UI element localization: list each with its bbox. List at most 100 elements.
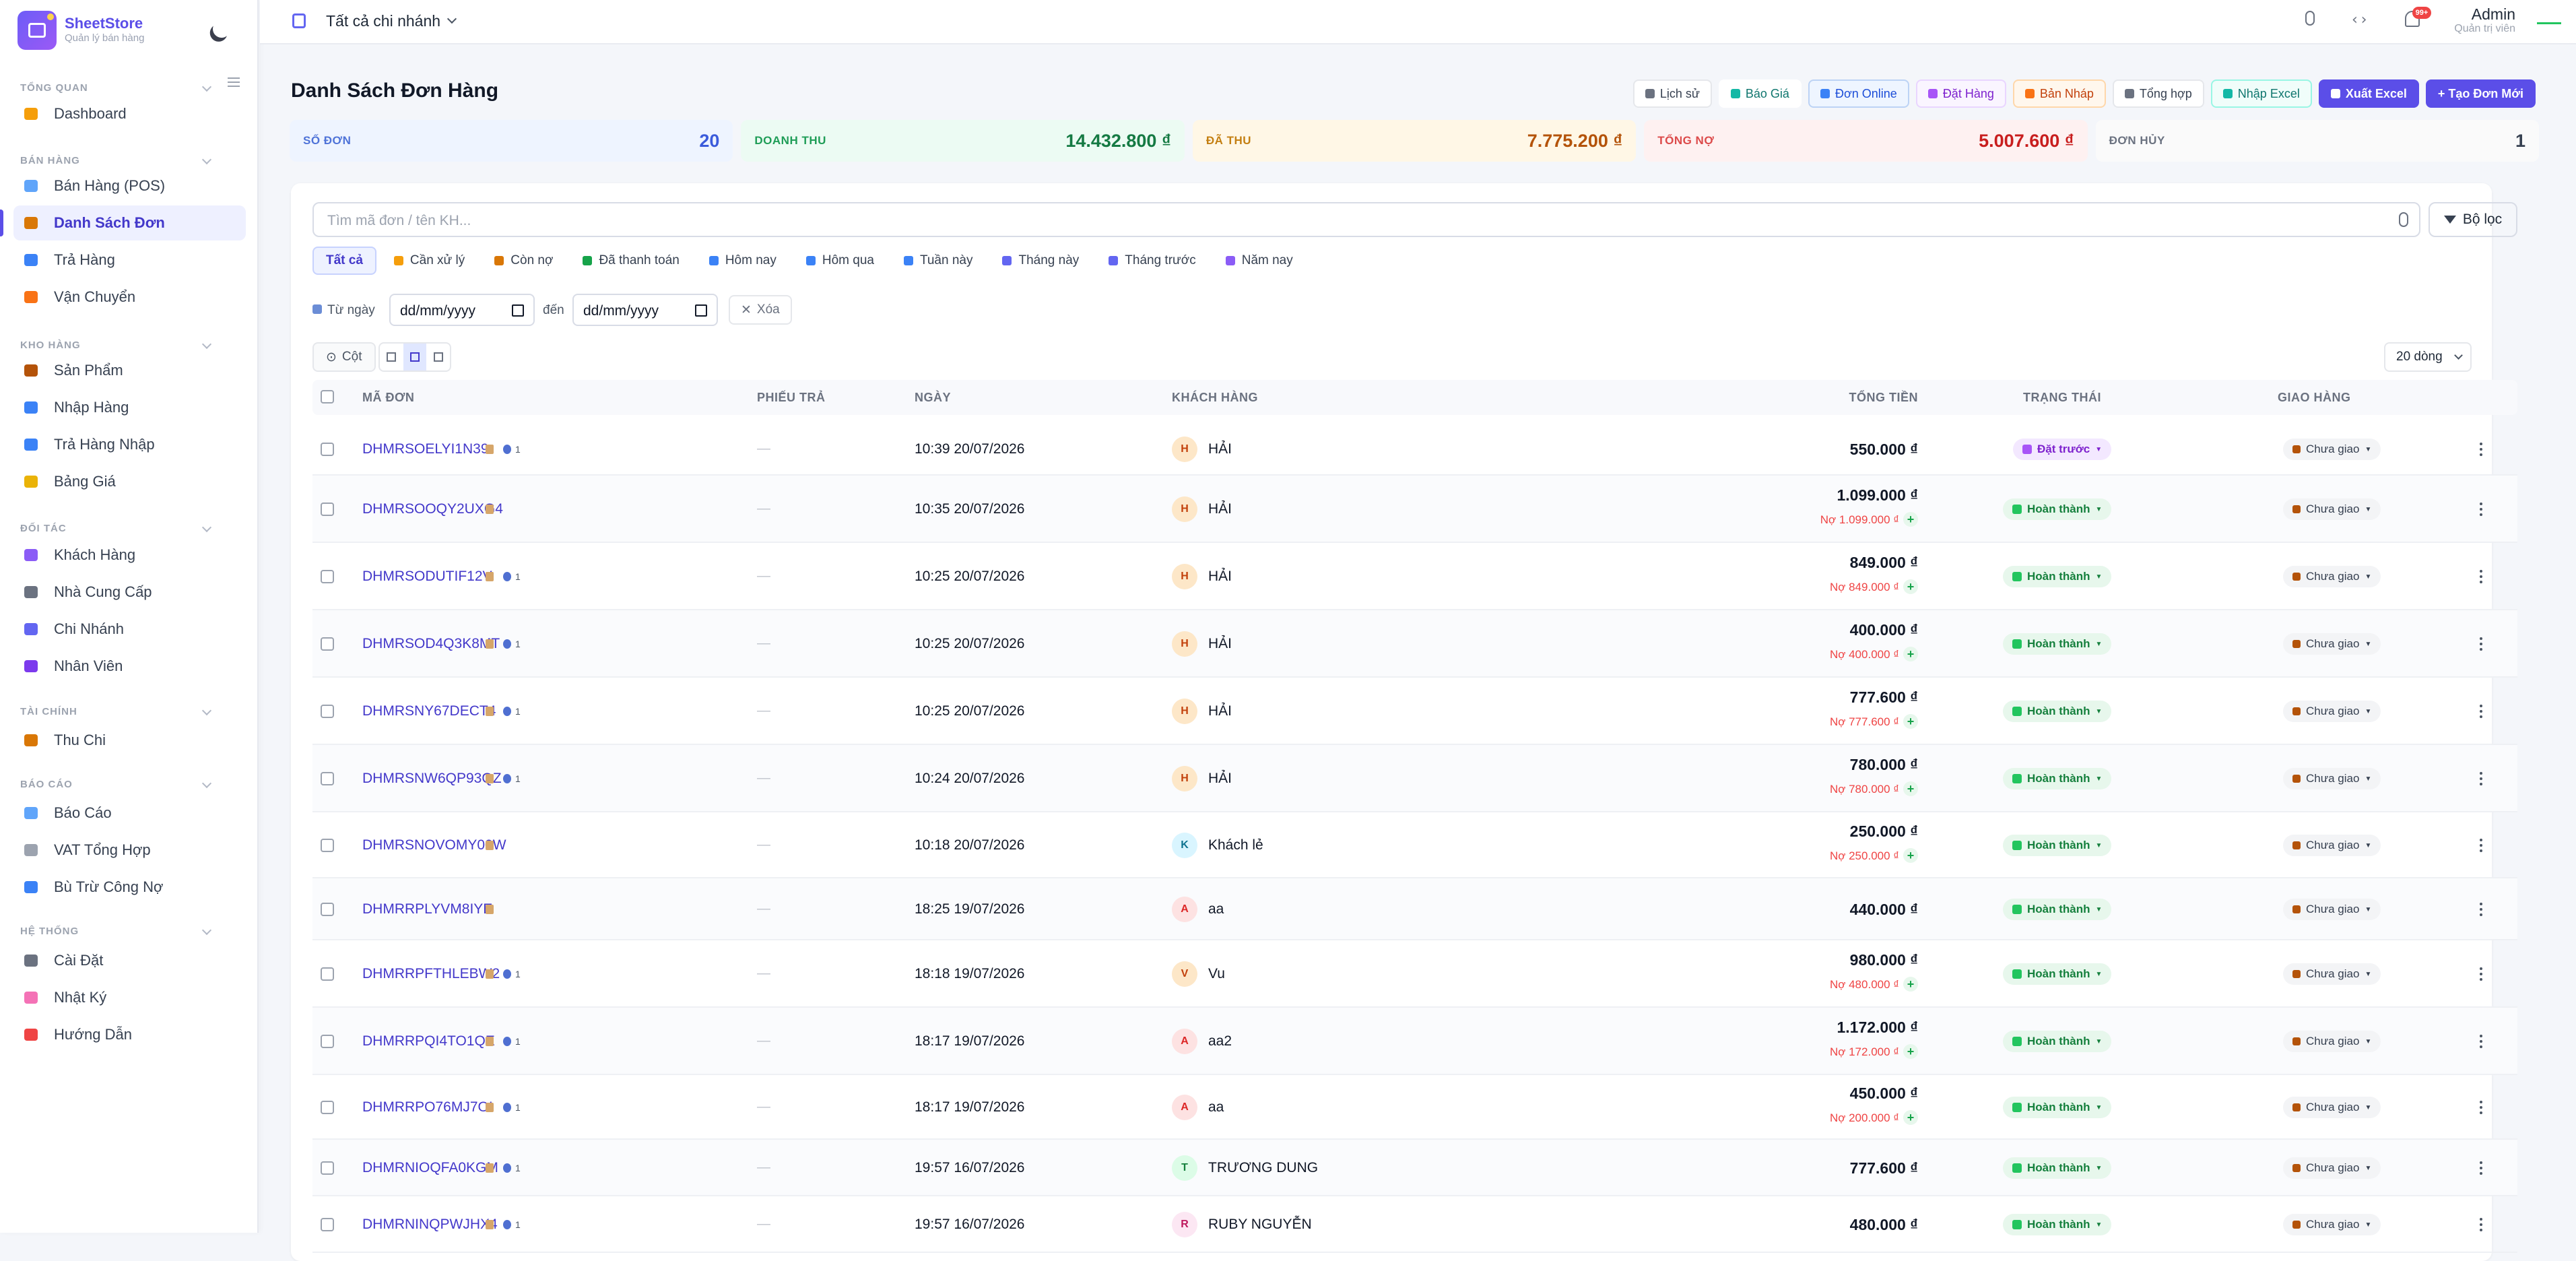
header-customer[interactable]: KHÁCH HÀNG bbox=[1172, 391, 1258, 405]
sidebar-item[interactable]: Trả Hàng Nhập bbox=[13, 427, 246, 462]
shipping-badge[interactable]: Chưa giao ▼ bbox=[2283, 835, 2381, 856]
search-mic-icon[interactable] bbox=[2399, 212, 2408, 227]
row-checkbox[interactable] bbox=[321, 570, 334, 583]
more-actions-icon[interactable] bbox=[2480, 772, 2482, 785]
customer-name[interactable]: HẢI bbox=[1208, 501, 1232, 517]
sidebar-item[interactable]: Bảng Giá bbox=[13, 464, 246, 499]
status-badge[interactable]: Hoàn thành ▼ bbox=[2003, 1097, 2112, 1118]
filter-chip[interactable]: Tất cả bbox=[312, 247, 376, 275]
shipping-badge[interactable]: Chưa giao ▼ bbox=[2283, 439, 2381, 460]
more-actions-icon[interactable] bbox=[2480, 705, 2482, 718]
filter-chip[interactable]: Hôm nay bbox=[697, 247, 789, 275]
add-payment-button[interactable]: + bbox=[1903, 512, 1918, 527]
table-row[interactable]: DHMRSODUTIF12V 1 — 10:25 20/07/2026 H HẢI 849.… bbox=[312, 543, 2517, 610]
row-checkbox[interactable] bbox=[321, 1101, 334, 1114]
order-id-link[interactable]: DHMRRPQI4TO1QE bbox=[362, 1033, 495, 1049]
add-payment-button[interactable]: + bbox=[1903, 977, 1918, 992]
customer-name[interactable]: TRƯƠNG DUNG bbox=[1208, 1160, 1318, 1176]
customer-name[interactable]: HẢI bbox=[1208, 441, 1232, 457]
status-badge[interactable]: Hoàn thành ▼ bbox=[2003, 963, 2112, 985]
status-badge[interactable]: Hoàn thành ▼ bbox=[2003, 1214, 2112, 1235]
search-input[interactable]: Tìm mã đơn / tên KH... bbox=[312, 202, 2420, 237]
table-row[interactable]: DHMRRPQI4TO1QE 1 — 18:17 19/07/2026 Aaa2 1.17… bbox=[312, 1008, 2517, 1075]
more-actions-icon[interactable] bbox=[2480, 903, 2482, 916]
filter-chip[interactable]: Đã thanh toán bbox=[570, 247, 691, 275]
more-actions-icon[interactable] bbox=[2480, 570, 2482, 583]
action-button[interactable]: Lịch sử bbox=[1632, 79, 1712, 108]
more-actions-icon[interactable] bbox=[2480, 967, 2482, 981]
action-button[interactable]: Đặt Hàng bbox=[1915, 79, 2006, 108]
more-actions-icon[interactable] bbox=[2480, 839, 2482, 852]
filter-chip[interactable]: Tuần này bbox=[892, 247, 985, 275]
mic-icon[interactable] bbox=[2305, 11, 2315, 26]
filter-button[interactable]: Bộ lọc bbox=[2429, 202, 2517, 237]
header-shipping[interactable]: GIAO HÀNG bbox=[2278, 391, 2351, 405]
customer-name[interactable]: Vu bbox=[1208, 966, 1225, 982]
status-badge[interactable]: Hoàn thành ▼ bbox=[2003, 768, 2112, 789]
user-name[interactable]: Admin bbox=[2472, 5, 2515, 24]
shipping-badge[interactable]: Chưa giao ▼ bbox=[2283, 1214, 2381, 1235]
rows-per-page-select[interactable]: 20 dòng bbox=[2384, 342, 2472, 372]
chevron-down-icon[interactable] bbox=[201, 522, 212, 533]
action-button[interactable]: + Tạo Đơn Mới bbox=[2425, 79, 2536, 108]
add-payment-button[interactable]: + bbox=[1903, 1044, 1918, 1059]
calendar-icon[interactable] bbox=[512, 304, 524, 317]
view-compact-button[interactable] bbox=[380, 344, 403, 370]
shipping-badge[interactable]: Chưa giao ▼ bbox=[2283, 1157, 2381, 1179]
chevron-down-icon[interactable] bbox=[201, 154, 212, 165]
more-actions-icon[interactable] bbox=[2480, 1101, 2482, 1114]
row-checkbox[interactable] bbox=[321, 1161, 334, 1175]
code-icon[interactable]: ‹› bbox=[2350, 11, 2369, 28]
customer-name[interactable]: Khách lẻ bbox=[1208, 837, 1263, 853]
order-id-link[interactable]: DHMRSOOQY2UXG4 bbox=[362, 501, 503, 517]
customer-name[interactable]: aa bbox=[1208, 901, 1224, 917]
customer-name[interactable]: HẢI bbox=[1208, 703, 1232, 719]
more-actions-icon[interactable] bbox=[2480, 443, 2482, 456]
status-badge[interactable]: Hoàn thành ▼ bbox=[2003, 1157, 2112, 1179]
shipping-badge[interactable]: Chưa giao ▼ bbox=[2283, 899, 2381, 920]
sidebar-item[interactable]: Bù Trừ Công Nợ bbox=[13, 870, 246, 905]
sidebar-item[interactable]: Bán Hàng (POS) bbox=[13, 168, 246, 203]
order-id-link[interactable]: DHMRSNY67DECT4 bbox=[362, 703, 496, 719]
more-actions-icon[interactable] bbox=[2480, 637, 2482, 651]
header-status[interactable]: TRẠNG THÁI bbox=[2023, 391, 2101, 405]
sidebar-item[interactable]: Nhà Cung Cấp bbox=[13, 575, 246, 610]
customer-name[interactable]: aa bbox=[1208, 1099, 1224, 1116]
action-button[interactable]: Báo Giá bbox=[1718, 79, 1802, 108]
customer-name[interactable]: HẢI bbox=[1208, 636, 1232, 652]
row-checkbox[interactable] bbox=[321, 503, 334, 516]
order-id-link[interactable]: DHMRSODUTIF12V bbox=[362, 569, 492, 585]
sidebar-item[interactable]: Trả Hàng bbox=[13, 243, 246, 278]
shipping-badge[interactable]: Chưa giao ▼ bbox=[2283, 566, 2381, 587]
header-total[interactable]: TỔNG TIỀN bbox=[1849, 391, 1919, 405]
more-actions-icon[interactable] bbox=[2480, 1035, 2482, 1048]
table-row[interactable]: DHMRNIOQFA0KGM 1 — 19:57 16/07/2026 T TRƯƠNG … bbox=[312, 1140, 2517, 1196]
sidebar-item[interactable]: Dashboard bbox=[13, 96, 246, 131]
customer-name[interactable]: RUBY NGUYỄN bbox=[1208, 1217, 1312, 1233]
filter-chip[interactable]: Hôm qua bbox=[794, 247, 886, 275]
sidebar-item[interactable]: Khách Hàng bbox=[13, 538, 246, 573]
view-list-button[interactable] bbox=[403, 344, 427, 370]
more-actions-icon[interactable] bbox=[2480, 503, 2482, 516]
table-row[interactable]: DHMRRPO76MJ7OI 1 — 18:17 19/07/2026 Aaa 450.0… bbox=[312, 1075, 2517, 1140]
chevron-down-icon[interactable] bbox=[447, 13, 457, 24]
filter-chip[interactable]: Tháng trước bbox=[1096, 247, 1208, 275]
sidebar-item[interactable]: Nhật Ký bbox=[13, 980, 246, 1015]
dark-mode-icon[interactable] bbox=[210, 18, 232, 40]
order-id-link[interactable]: DHMRRPFTHLEBW2 bbox=[362, 966, 500, 982]
status-badge[interactable]: Hoàn thành ▼ bbox=[2003, 633, 2112, 655]
table-row[interactable]: DHMRRPLYVM8IYE — 18:25 19/07/2026 Aaa 440.00… bbox=[312, 878, 2517, 940]
sidebar-item[interactable]: Báo Cáo bbox=[13, 796, 246, 831]
filter-chip[interactable]: Còn nợ bbox=[482, 247, 565, 275]
table-row[interactable]: DHMRSNW6QP93QZ 1 — 10:24 20/07/2026 H HẢI 780.… bbox=[312, 745, 2517, 812]
row-checkbox[interactable] bbox=[321, 705, 334, 718]
sidebar-item[interactable]: Danh Sách Đơn bbox=[0, 205, 246, 240]
sidebar-item[interactable]: Nhân Viên bbox=[13, 649, 246, 684]
order-id-link[interactable]: DHMRRPLYVM8IYE bbox=[362, 901, 492, 917]
header-return[interactable]: PHIẾU TRẢ bbox=[757, 391, 826, 405]
status-badge[interactable]: Hoàn thành ▼ bbox=[2003, 498, 2112, 520]
sidebar-item[interactable]: Chi Nhánh bbox=[13, 612, 246, 647]
action-button[interactable]: Xuất Excel bbox=[2318, 79, 2419, 108]
add-payment-button[interactable]: + bbox=[1903, 714, 1918, 729]
calendar-icon[interactable] bbox=[695, 304, 707, 317]
